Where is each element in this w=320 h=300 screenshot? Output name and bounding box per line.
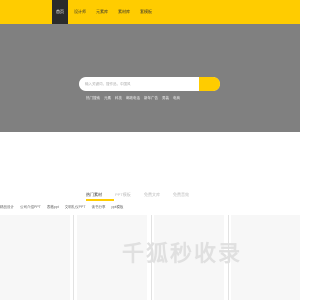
- search-bar: [79, 77, 220, 91]
- content-tabs: 热门素材 PPT模板 免费文库 免费音效: [86, 192, 202, 198]
- search-input[interactable]: [85, 77, 195, 91]
- tab-hot-materials[interactable]: 热门素材: [86, 192, 115, 198]
- active-tab-indicator: [86, 199, 114, 201]
- category-item[interactable]: 公司介绍PPT: [20, 205, 41, 210]
- tab-free-docs[interactable]: 免费文库: [144, 192, 173, 198]
- nav-item-materials[interactable]: 素材库: [114, 0, 134, 24]
- tab-free-sounds[interactable]: 免费音效: [173, 192, 202, 198]
- hot-search-label: 热门搜索: [86, 96, 100, 100]
- card-divider: [73, 215, 74, 300]
- nav-item-elements[interactable]: 元素库: [92, 0, 112, 24]
- category-filter: 精品设计 公司介绍PPT 表格ppt 文明礼仪PPT 读书分享 ppt模板: [0, 205, 129, 210]
- category-item[interactable]: 读书分享: [92, 205, 106, 210]
- hot-word-link[interactable]: 电商: [173, 96, 180, 101]
- nav-item-home[interactable]: 首页: [52, 0, 68, 24]
- material-card[interactable]: [0, 215, 70, 300]
- hot-word-link[interactable]: 新年广告: [144, 96, 158, 101]
- hot-word-link[interactable]: 元素: [104, 96, 111, 101]
- hot-word-link[interactable]: 男装: [162, 96, 169, 101]
- hot-word-link[interactable]: 科技: [115, 96, 122, 101]
- category-item[interactable]: 表格ppt: [47, 205, 59, 210]
- category-item[interactable]: 文明礼仪PPT: [65, 205, 86, 210]
- hot-search-words: 热门搜索 元素 科技 邮政电话 新年广告 男装 电商: [86, 96, 184, 101]
- tab-ppt-templates[interactable]: PPT模板: [115, 192, 144, 198]
- hot-word-link[interactable]: 邮政电话: [126, 96, 140, 101]
- nav-item-designer[interactable]: 设计师: [70, 0, 90, 24]
- category-item[interactable]: 精品设计: [0, 205, 14, 210]
- main-nav: 首页 设计师 元素库 素材库 套模板: [52, 0, 158, 24]
- top-navigation-bar: 首页 设计师 元素库 素材库 套模板: [0, 0, 300, 24]
- search-button[interactable]: [199, 77, 220, 91]
- watermark-text: 千狐秒收录: [122, 242, 243, 267]
- nav-item-templates[interactable]: 套模板: [136, 0, 156, 24]
- category-item[interactable]: ppt模板: [112, 205, 124, 210]
